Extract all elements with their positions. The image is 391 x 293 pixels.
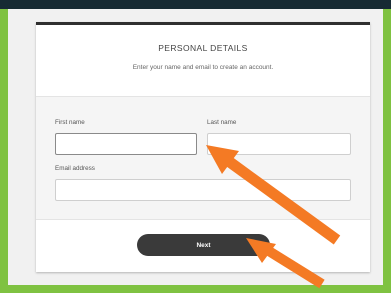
page-title: PERSONAL DETAILS [158, 43, 248, 53]
email-label: Email address [55, 165, 95, 172]
page-subtitle: Enter your name and email to create an a… [132, 64, 274, 71]
last-name-label: Last name [207, 119, 237, 126]
next-button[interactable]: Next [137, 234, 270, 256]
personal-details-card: PERSONAL DETAILS Enter your name and ema… [36, 22, 370, 272]
first-name-label: First name [55, 119, 85, 126]
form-fields: First name Last name Email address [36, 96, 370, 220]
first-name-field[interactable] [55, 133, 197, 155]
card-header: PERSONAL DETAILS Enter your name and ema… [36, 25, 370, 96]
email-field[interactable] [55, 179, 351, 201]
top-bar [0, 0, 391, 9]
last-name-field[interactable] [207, 133, 351, 155]
